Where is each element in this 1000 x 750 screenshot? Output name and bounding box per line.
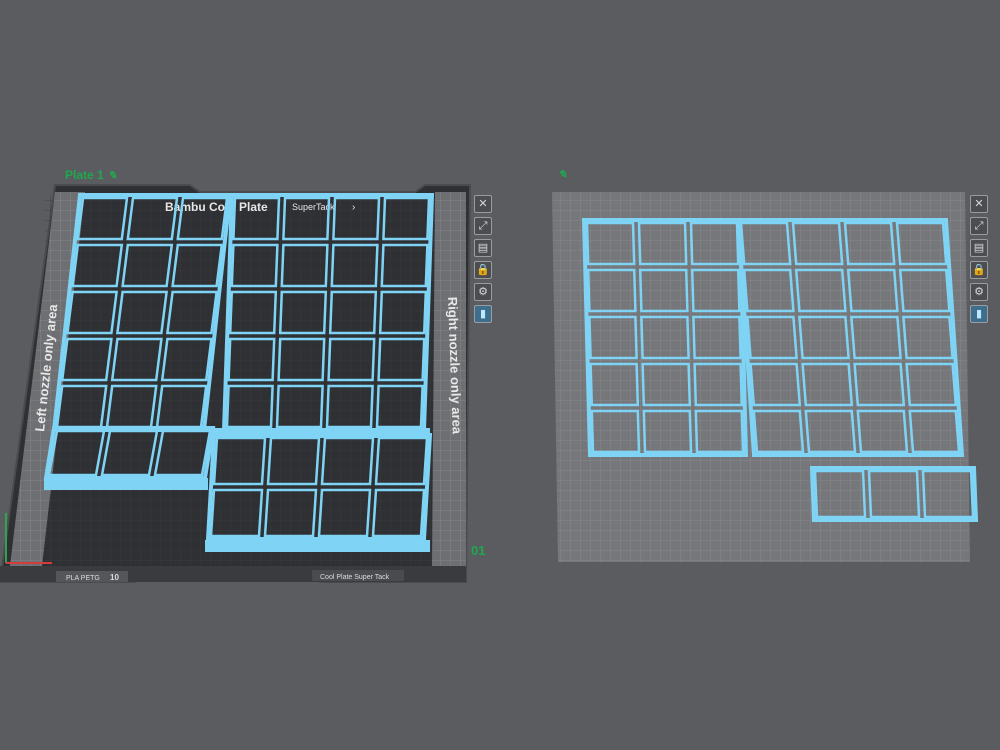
auto-orient-icon[interactable]: ⤢	[970, 217, 988, 235]
viewport-3d[interactable]: Bambu Cool Plate SuperTack › Left nozzle…	[0, 0, 1000, 750]
plate-brand-chevron: ›	[352, 202, 355, 213]
plate-type-tag-text: Cool Plate Super Tack	[320, 574, 390, 581]
plate-2-toolbar: ✕ ⤢ ▤ 🔒 ⚙ ▮	[970, 195, 988, 323]
filament-tag-badge: 10	[110, 573, 119, 582]
arrange-icon[interactable]: ▤	[474, 239, 492, 257]
close-plate-icon[interactable]: ✕	[970, 195, 988, 213]
auto-orient-icon[interactable]: ⤢	[474, 217, 492, 235]
filament-tag: PLA PETG 10	[56, 571, 128, 582]
filament-tag-text: PLA PETG	[66, 575, 100, 582]
plate-type-icon[interactable]: ▮	[970, 305, 988, 323]
lock-icon[interactable]: 🔒	[970, 261, 988, 279]
plate-type-tag: Cool Plate Super Tack	[312, 570, 404, 581]
part-base-left[interactable]	[44, 478, 208, 490]
arrange-icon[interactable]: ▤	[970, 239, 988, 257]
settings-icon[interactable]: ⚙	[474, 283, 492, 301]
lock-icon[interactable]: 🔒	[474, 261, 492, 279]
settings-icon[interactable]: ⚙	[970, 283, 988, 301]
part-base-mid[interactable]	[212, 428, 430, 438]
plate-1-number: 01	[471, 543, 486, 558]
plate-type-icon[interactable]: ▮	[474, 305, 492, 323]
plate-1-toolbar: ✕ ⤢ ▤ 🔒 ⚙ ▮	[474, 195, 492, 323]
close-plate-icon[interactable]: ✕	[474, 195, 492, 213]
part-base-right[interactable]	[205, 540, 430, 552]
